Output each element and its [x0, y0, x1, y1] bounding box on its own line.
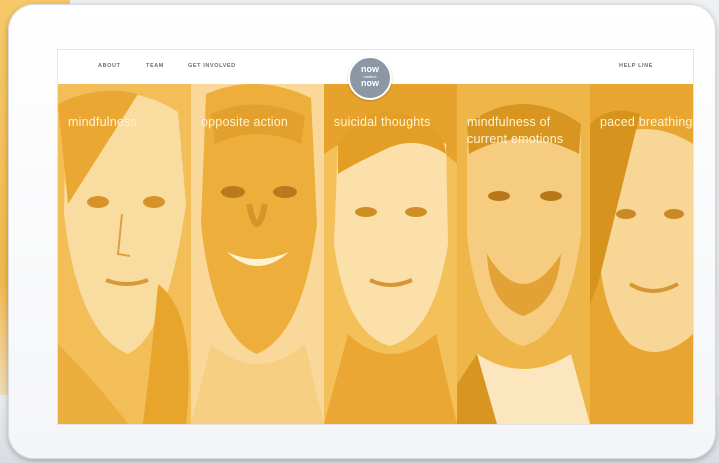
nav-link-about[interactable]: ABOUT	[98, 63, 121, 69]
panel-opposite-action[interactable]: opposite action	[191, 84, 324, 424]
panel-label: mindfulness	[68, 115, 137, 129]
portrait-woman-dark-hair-icon	[590, 84, 693, 424]
now-matters-now-logo[interactable]: now matters now	[348, 56, 392, 100]
panel-label: paced breathing	[600, 115, 693, 129]
nav-link-get-involved[interactable]: GET INVOLVED	[188, 63, 236, 69]
website-screen: ABOUT TEAM GET INVOLVED HELP LINE now ma…	[58, 50, 693, 424]
logo-line-1: now	[361, 64, 379, 74]
skill-panels: mindfulness opposite action suicidal tho…	[58, 84, 693, 424]
panel-mindfulness-of-current-emotions[interactable]: mindfulness of current emotions	[457, 84, 590, 424]
panel-mindfulness[interactable]: mindfulness	[58, 84, 191, 424]
portrait-man-smiling-icon	[191, 84, 324, 424]
panel-paced-breathing[interactable]: paced breathing	[590, 84, 693, 424]
logo-line-3: now	[361, 78, 379, 88]
panel-suicidal-thoughts[interactable]: suicidal thoughts	[324, 84, 457, 424]
nav-link-help-line[interactable]: HELP LINE	[619, 63, 653, 69]
tablet-frame: ABOUT TEAM GET INVOLVED HELP LINE now ma…	[8, 4, 716, 459]
portrait-woman-icon	[58, 84, 191, 424]
panel-label: suicidal thoughts	[334, 115, 431, 129]
panel-label: mindfulness of current emotions	[467, 115, 564, 146]
panel-label: opposite action	[201, 115, 289, 129]
nav-link-team[interactable]: TEAM	[146, 63, 164, 69]
portrait-short-hair-woman-icon	[324, 84, 457, 424]
